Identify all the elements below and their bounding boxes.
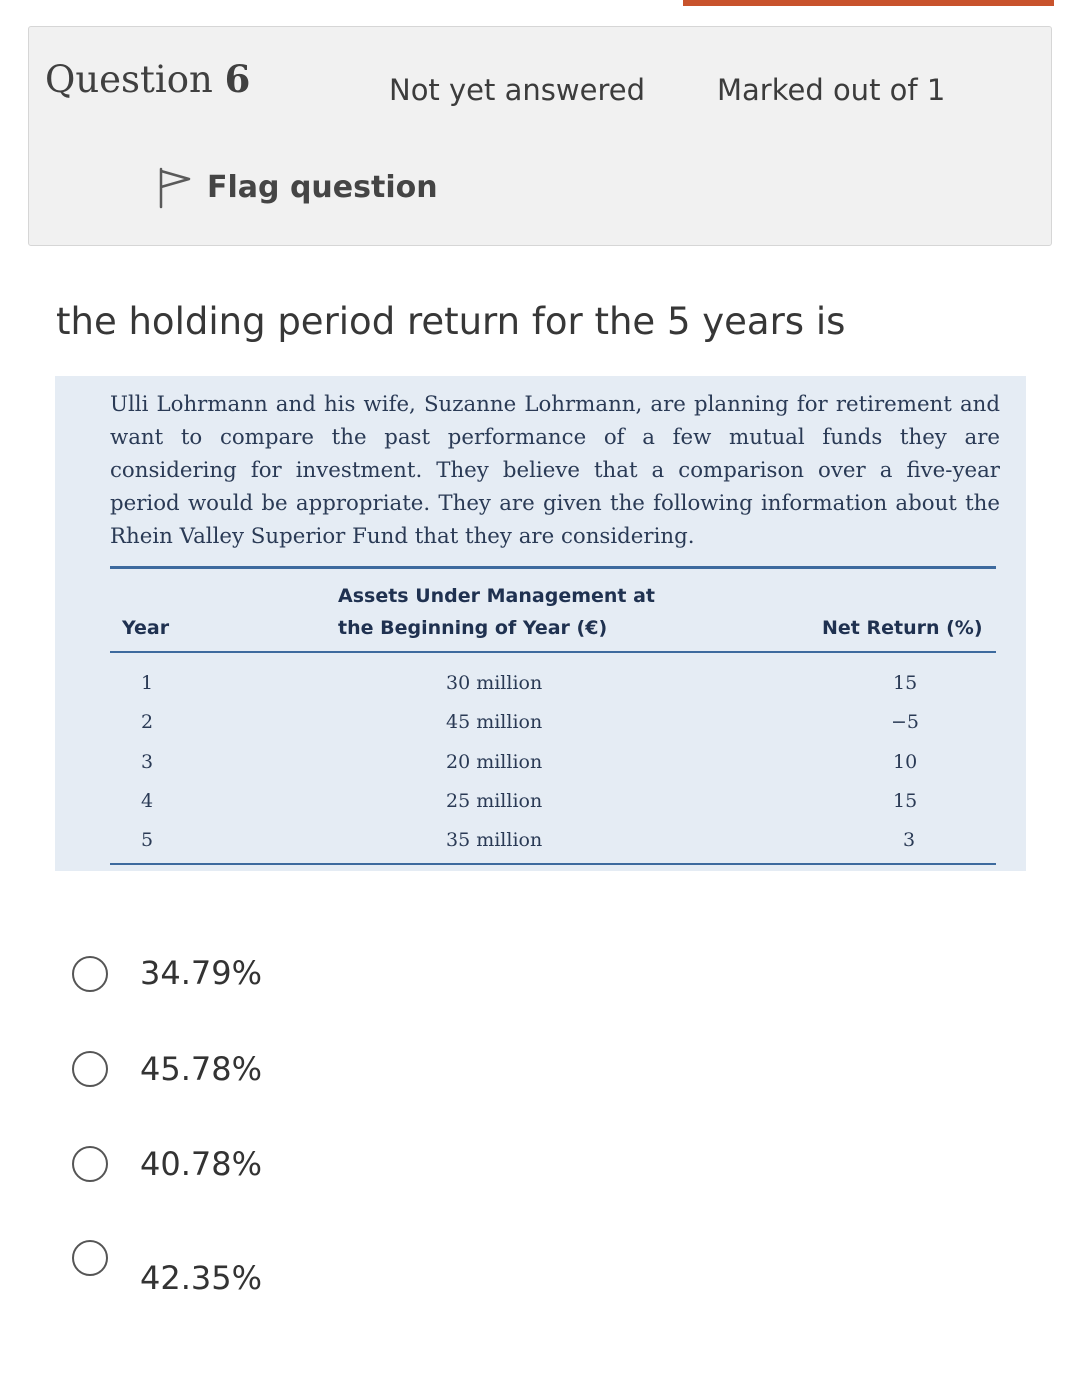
- option-radio-2[interactable]: [72, 1051, 108, 1087]
- option-label-4[interactable]: 42.35%: [140, 1259, 262, 1297]
- table-cell-return: 10: [893, 751, 918, 773]
- table-cell-year: 3: [141, 751, 154, 773]
- table-cell-aum: 35 million: [446, 829, 543, 851]
- table-cell-year: 1: [141, 672, 154, 694]
- table-cell-return: 3: [903, 829, 916, 851]
- option-label-1[interactable]: 34.79%: [140, 954, 262, 992]
- question-prompt: the holding period return for the 5 year…: [56, 300, 846, 343]
- option-radio-1[interactable]: [72, 956, 108, 992]
- table-cell-aum: 30 million: [446, 672, 543, 694]
- flag-question-label: Flag question: [207, 169, 438, 205]
- question-state: Not yet answered: [389, 73, 645, 107]
- table-cell-aum: 45 million: [446, 711, 543, 733]
- problem-image: Ulli Lohrmann and his wife, Suzanne Lohr…: [55, 376, 1026, 871]
- table-top-rule: [110, 566, 996, 569]
- table-cell-year: 5: [141, 829, 154, 851]
- question-number: 6: [224, 57, 251, 101]
- table-cell-return: −5: [891, 711, 920, 733]
- option-label-3[interactable]: 40.78%: [140, 1145, 262, 1183]
- top-accent-bar: [683, 0, 1054, 6]
- option-radio-4[interactable]: [72, 1240, 108, 1276]
- header-aum-line1: Assets Under Management at: [338, 585, 656, 607]
- table-bottom-rule: [110, 863, 996, 865]
- header-net-return: Net Return (%): [822, 617, 983, 639]
- table-header-rule: [110, 651, 996, 653]
- question-info-box: Question 6 Not yet answered Marked out o…: [28, 26, 1052, 246]
- flag-question-button[interactable]: Flag question: [157, 165, 438, 209]
- table-cell-aum: 20 million: [446, 751, 543, 773]
- quiz-page: Question 6 Not yet answered Marked out o…: [0, 0, 1080, 1397]
- table-cell-return: 15: [893, 790, 918, 812]
- question-word: Question: [45, 58, 213, 101]
- problem-text: Ulli Lohrmann and his wife, Suzanne Lohr…: [110, 392, 1000, 549]
- question-grade: Marked out of 1: [717, 73, 946, 107]
- option-radio-3[interactable]: [72, 1146, 108, 1182]
- table-cell-year: 4: [141, 790, 154, 812]
- header-aum-line2: the Beginning of Year (€): [338, 617, 608, 639]
- option-label-2[interactable]: 45.78%: [140, 1050, 262, 1088]
- header-year: Year: [122, 617, 170, 639]
- table-cell-return: 15: [893, 672, 918, 694]
- question-title: Question 6: [45, 57, 250, 101]
- table-cell-year: 2: [141, 711, 154, 733]
- table-cell-aum: 25 million: [446, 790, 543, 812]
- flag-icon: [157, 165, 193, 209]
